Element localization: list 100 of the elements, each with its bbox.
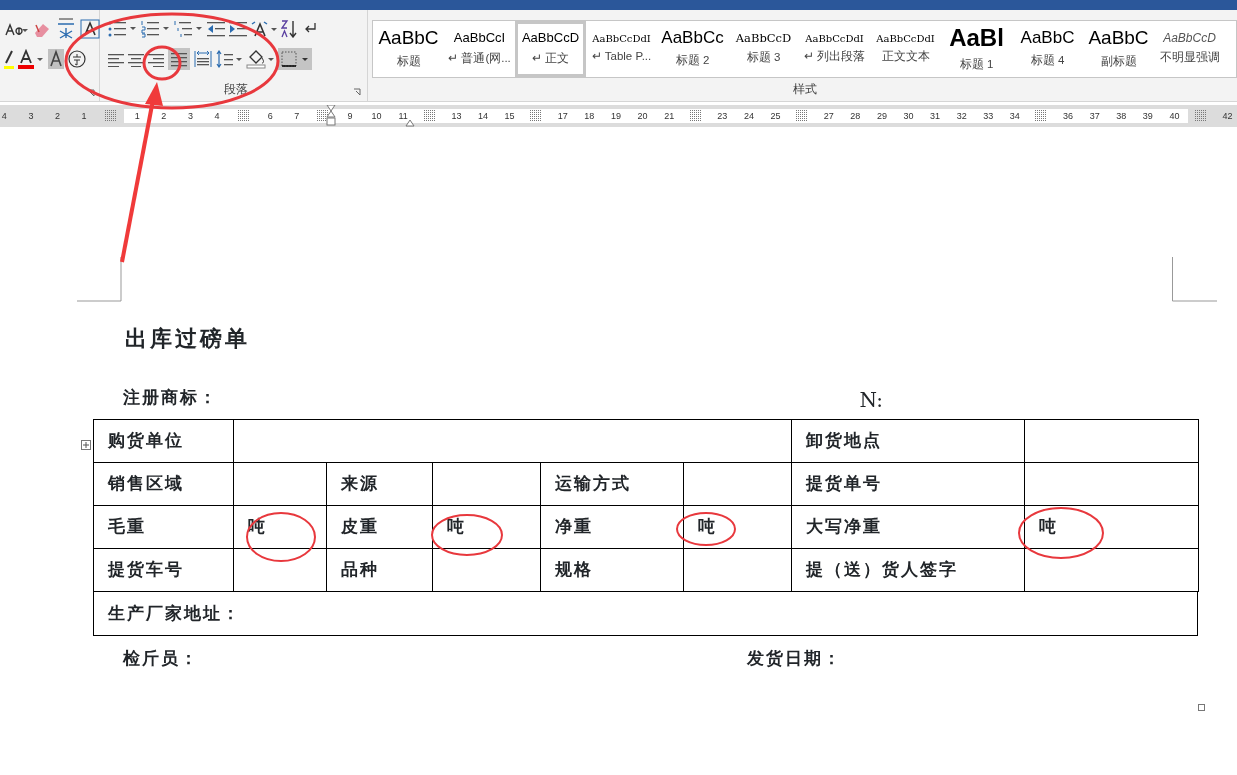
ruler-number: 23: [716, 110, 729, 123]
distributed-icon[interactable]: [194, 50, 212, 68]
ruler-number: 17: [556, 110, 569, 123]
group-label: 样式: [792, 82, 817, 96]
table-cell: 吨: [432, 505, 541, 549]
table-cell: 吨: [683, 505, 792, 549]
enclosed-character-icon[interactable]: [68, 50, 86, 68]
ruler-number: 36: [1062, 110, 1075, 123]
ruler-number: 34: [1008, 110, 1021, 123]
decrease-indent-icon[interactable]: [207, 20, 225, 38]
ruler-number: 15: [503, 110, 516, 123]
ruler-marker-icon[interactable]: [530, 110, 543, 122]
style-item[interactable]: AaBbCcI ↵ 普通(网...: [444, 21, 515, 77]
ruler-number: 4: [213, 110, 221, 123]
ruler-number: 31: [929, 110, 942, 123]
ruler[interactable]: 4 3 2 1 1 2 3 4 6 7 9 10 11 13 14 15 17 18 19 20 21 23 24 25 27 28 29 30 31 32 33 34 36 37 38 39 40 42: [0, 105, 1237, 127]
ruler-number: 2: [53, 110, 61, 123]
align-center-icon[interactable]: [128, 51, 144, 67]
line-spacing-icon[interactable]: [216, 50, 242, 68]
ruler-number: 28: [849, 110, 862, 123]
ruler-number: 42: [1221, 110, 1234, 123]
ruler-number: 32: [955, 110, 968, 123]
ruler-marker-icon[interactable]: [689, 110, 702, 122]
align-right-icon[interactable]: [148, 51, 164, 67]
table-cell: 大写净重: [791, 505, 1025, 549]
style-item[interactable]: AaBbCcDdI 正文文本: [870, 21, 941, 77]
table-cell: 运输方式: [540, 462, 684, 506]
text-direction-icon[interactable]: [251, 20, 277, 38]
group-label: 段落: [223, 81, 248, 98]
style-item[interactable]: AaBbCc 标题 2: [657, 21, 728, 77]
sort-icon[interactable]: [281, 20, 299, 38]
table-cell: 销售区域: [93, 462, 234, 506]
multilevel-list-icon[interactable]: [174, 20, 192, 38]
table-resize-handle-icon[interactable]: [1198, 704, 1205, 711]
character-border-icon[interactable]: [80, 19, 100, 39]
align-left-icon[interactable]: [108, 51, 124, 67]
font-color-icon[interactable]: [18, 49, 44, 69]
ruler-marker-icon[interactable]: [423, 110, 436, 122]
ruler-number: 33: [982, 110, 995, 123]
indent-marker-icon[interactable]: [326, 105, 336, 127]
style-item[interactable]: AaBbCcD 标题 3: [728, 21, 799, 77]
increase-indent-icon[interactable]: [229, 20, 247, 38]
ruler-number: 7: [293, 110, 301, 123]
highlighter-icon[interactable]: [4, 49, 14, 69]
annotation-circle: [676, 512, 736, 546]
form-label: 注册商标：: [123, 386, 218, 409]
style-item[interactable]: AaBbCcDdI ↵ Table P...: [586, 21, 657, 77]
table-cell: 提货单号: [791, 462, 1025, 506]
dialog-launcher-icon[interactable]: [353, 88, 361, 96]
table-cell: 规格: [540, 548, 684, 592]
ruler-marker-icon[interactable]: [237, 110, 250, 122]
ruler-number: 4: [0, 110, 8, 123]
shading-bucket-icon[interactable]: [246, 49, 274, 69]
style-item[interactable]: AaBl 标题 1: [941, 21, 1012, 77]
ruler-number: 18: [583, 110, 596, 123]
style-item[interactable]: AaBbCcD ↵ 正文: [515, 21, 586, 77]
table-cell: 吨: [1024, 505, 1199, 549]
table-cell: 净重: [540, 505, 684, 549]
page-corner-mark: [77, 257, 122, 302]
phonetic-guide-icon[interactable]: [56, 18, 76, 40]
ruler-marker-icon[interactable]: [1035, 110, 1048, 122]
numbered-list-icon[interactable]: [141, 20, 159, 38]
ruler-marker-icon[interactable]: [796, 110, 809, 122]
style-item[interactable]: AaBbC 副标题: [1083, 21, 1154, 77]
style-item[interactable]: AaBbCcDdI ↵ 列出段落: [799, 21, 870, 77]
style-item[interactable]: AaBbC 标题 4: [1012, 21, 1083, 77]
dropdown-caret-icon[interactable]: [196, 27, 203, 31]
page-corner-mark: [1172, 257, 1217, 302]
annotation-circle: [246, 512, 316, 562]
form-label: 检斤员：: [123, 647, 199, 670]
form-label: N:: [859, 387, 883, 414]
table-cell: 来源: [326, 462, 433, 506]
table-cell: 品种: [326, 548, 433, 592]
dropdown-caret-icon[interactable]: [130, 27, 137, 31]
bullet-list-icon[interactable]: [108, 20, 126, 38]
ruler-number: 30: [902, 110, 915, 123]
ruler-marker-icon[interactable]: [317, 110, 330, 122]
ruler-number: 27: [822, 110, 835, 123]
ruler-number: 13: [450, 110, 463, 123]
ruler-number: 37: [1088, 110, 1101, 123]
ruler-number: 38: [1115, 110, 1128, 123]
ruler-number: 14: [476, 110, 489, 123]
style-item[interactable]: AaBbC 标题: [373, 21, 444, 77]
borders-icon[interactable]: [278, 48, 312, 70]
ruler-number: 19: [609, 110, 622, 123]
table-cell: 购货单位: [93, 419, 234, 463]
ruler-number: 21: [663, 110, 676, 123]
dropdown-caret-icon[interactable]: [163, 27, 170, 31]
ruler-number: 24: [742, 110, 755, 123]
ruler-number: 25: [769, 110, 782, 123]
ruler-marker-icon[interactable]: [1195, 110, 1207, 122]
tab-stop-marker-icon[interactable]: [405, 119, 415, 127]
form-label: 发货日期：: [747, 647, 842, 670]
table-move-handle-icon[interactable]: [81, 440, 91, 450]
table-cell: 皮重: [326, 505, 433, 549]
style-item[interactable]: AaBbCcD 不明显强调: [1154, 21, 1225, 77]
character-shading-icon[interactable]: [48, 49, 64, 69]
address-field: 生产厂家地址：: [93, 592, 1198, 636]
ruler-number: 40: [1168, 110, 1181, 123]
ruler-number: 1: [80, 110, 88, 123]
